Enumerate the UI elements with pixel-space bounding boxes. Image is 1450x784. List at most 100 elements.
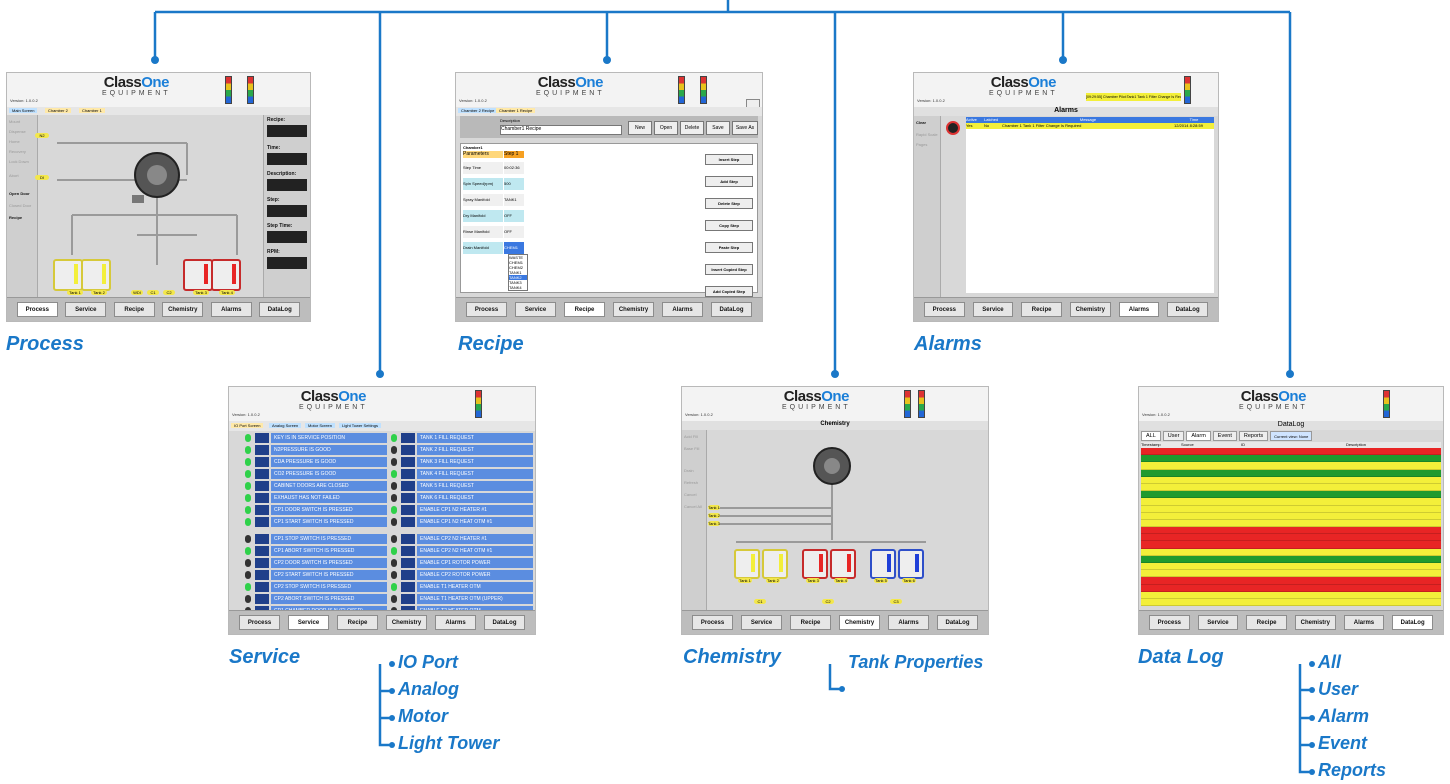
- nav-datalog[interactable]: DataLog: [710, 302, 753, 317]
- side-button[interactable]: Dispense: [9, 129, 35, 137]
- side-button[interactable]: Open Door: [9, 191, 35, 199]
- side-button[interactable]: Lock Down: [9, 159, 35, 167]
- io-row[interactable]: TANK 2 FILL REQUEST: [391, 445, 533, 455]
- nav-alarms[interactable]: Alarms: [661, 302, 704, 317]
- save-button[interactable]: Save: [706, 121, 730, 135]
- io-row[interactable]: CP1 STOP SWITCH IS PRESSED: [245, 534, 387, 544]
- nav-recipe[interactable]: Recipe: [336, 615, 379, 630]
- side-button[interactable]: Abort: [9, 173, 35, 181]
- nav-chemistry[interactable]: Chemistry: [1069, 302, 1111, 317]
- io-row[interactable]: ENABLE T1 HEATER OTM (UPPER): [391, 594, 533, 604]
- nav-alarms[interactable]: Alarms: [1343, 615, 1385, 630]
- new-button[interactable]: New: [628, 121, 652, 135]
- side-button[interactable]: Home: [9, 139, 35, 147]
- io-row[interactable]: ENABLE CP1 N2 HEAT OTM #1: [391, 517, 533, 527]
- paste-step-button[interactable]: Paste Step: [705, 242, 753, 253]
- tab-alarm[interactable]: Alarm: [1186, 431, 1211, 441]
- io-row[interactable]: ENABLE CP1 ROTOR POWER: [391, 558, 533, 568]
- nav-service[interactable]: Service: [287, 615, 330, 630]
- log-row[interactable]: [1141, 591, 1441, 599]
- nav-chemistry[interactable]: Chemistry: [612, 302, 655, 317]
- log-row[interactable]: [1141, 448, 1441, 456]
- log-row[interactable]: [1141, 541, 1441, 549]
- io-row[interactable]: CP2 ABORT SWITCH IS PRESSED: [245, 594, 387, 604]
- log-row[interactable]: [1141, 598, 1441, 606]
- insert-copied-step-button[interactable]: Insert Copied Step: [705, 264, 753, 275]
- io-row[interactable]: KEY IS IN SERVICE POSITION: [245, 433, 387, 443]
- io-row[interactable]: TANK 3 FILL REQUEST: [391, 457, 533, 467]
- io-row[interactable]: EXHAUST HAS NOT FAILED: [245, 493, 387, 503]
- nav-service[interactable]: Service: [1197, 615, 1239, 630]
- drain-dropdown-list[interactable]: WASTE CHEM1 CHEM2 TANK1 TANK2 TANK3 TANK…: [508, 254, 528, 291]
- tab-main[interactable]: Main Screen: [9, 108, 38, 113]
- tab-chamber-1-recipe[interactable]: Chamber 1 Recipe: [496, 108, 536, 113]
- io-row[interactable]: CP2 STOP SWITCH IS PRESSED: [245, 582, 387, 592]
- log-row[interactable]: [1141, 577, 1441, 585]
- io-row[interactable]: ENABLE CP2 N2 HEAT OTM #1: [391, 546, 533, 556]
- log-row[interactable]: [1141, 483, 1441, 492]
- side-button[interactable]: Recovery: [9, 149, 35, 157]
- log-row[interactable]: [1141, 563, 1441, 571]
- log-row[interactable]: [1141, 462, 1441, 470]
- nav-alarms[interactable]: Alarms: [210, 302, 252, 317]
- log-row[interactable]: [1141, 519, 1441, 528]
- io-row[interactable]: CP1 DOOR SWITCH IS PRESSED: [245, 505, 387, 515]
- tab-light-tower[interactable]: Light Tower Settings: [339, 423, 381, 428]
- log-row[interactable]: [1141, 469, 1441, 477]
- tank-icon[interactable]: [898, 549, 924, 579]
- param-value[interactable]: TANK1: [504, 194, 524, 206]
- tab-io-port[interactable]: IO Port Screen: [231, 423, 264, 428]
- nav-recipe[interactable]: Recipe: [789, 615, 832, 630]
- side-button[interactable]: Closed Door: [9, 203, 35, 211]
- nav-recipe[interactable]: Recipe: [563, 302, 606, 317]
- nav-datalog[interactable]: DataLog: [936, 615, 979, 630]
- io-row[interactable]: TANK 6 FILL REQUEST: [391, 493, 533, 503]
- log-row[interactable]: [1141, 505, 1441, 513]
- tank-icon[interactable]: [830, 549, 856, 579]
- log-row[interactable]: [1141, 498, 1441, 506]
- insert-step-button[interactable]: Insert Step: [705, 154, 753, 165]
- io-row[interactable]: CP2 DOOR SWITCH IS PRESSED: [245, 558, 387, 568]
- tab-user[interactable]: User: [1162, 431, 1185, 441]
- log-row[interactable]: [1141, 491, 1441, 499]
- tab-chamber-2-recipe[interactable]: Chamber 2 Recipe: [458, 108, 498, 113]
- io-row[interactable]: TANK 4 FILL REQUEST: [391, 469, 533, 479]
- delete-button[interactable]: Delete: [680, 121, 704, 135]
- tab-analog[interactable]: Analog Screen: [269, 423, 302, 428]
- nav-service[interactable]: Service: [65, 302, 107, 317]
- tank-icon[interactable]: [802, 549, 828, 579]
- param-value[interactable]: CHEM1: [504, 242, 524, 254]
- tab-all[interactable]: ALL: [1141, 431, 1161, 441]
- clear-button[interactable]: Clear: [916, 120, 942, 128]
- nav-recipe[interactable]: Recipe: [1021, 302, 1063, 317]
- log-row[interactable]: [1141, 512, 1441, 520]
- log-row[interactable]: [1141, 534, 1441, 542]
- nav-chemistry[interactable]: Chemistry: [838, 615, 881, 630]
- tank-icon[interactable]: [734, 549, 760, 579]
- param-value[interactable]: 500: [504, 178, 524, 190]
- log-row[interactable]: [1141, 455, 1441, 463]
- tab-reports[interactable]: Reports: [1238, 431, 1269, 441]
- nav-alarms[interactable]: Alarms: [1118, 302, 1160, 317]
- log-row[interactable]: [1141, 555, 1441, 563]
- side-button[interactable]: Recipe: [9, 215, 35, 223]
- param-value[interactable]: 00:02:36: [504, 162, 524, 174]
- save-as-button[interactable]: Save As: [732, 121, 758, 135]
- nav-process[interactable]: Process: [923, 302, 965, 317]
- dropdown-option[interactable]: TANK4: [509, 285, 527, 290]
- param-value[interactable]: OFF: [504, 226, 524, 238]
- nav-chemistry[interactable]: Chemistry: [1294, 615, 1336, 630]
- nav-process[interactable]: Process: [1148, 615, 1190, 630]
- side-button[interactable]: Rapid Scale: [916, 132, 942, 140]
- log-row[interactable]: [1141, 570, 1441, 578]
- tab-chamber-1[interactable]: Chamber 1: [79, 108, 105, 113]
- nav-chemistry[interactable]: Chemistry: [162, 302, 204, 317]
- filter-indicator[interactable]: Current view: None: [1270, 431, 1313, 441]
- io-row[interactable]: CABINET DOORS ARE CLOSED: [245, 481, 387, 491]
- param-value[interactable]: OFF: [504, 210, 524, 222]
- io-row[interactable]: CO2 PRESSURE IS GOOD: [245, 469, 387, 479]
- open-button[interactable]: Open: [654, 121, 678, 135]
- nav-datalog[interactable]: DataLog: [483, 615, 526, 630]
- side-button[interactable]: Pages: [916, 142, 942, 150]
- nav-process[interactable]: Process: [465, 302, 508, 317]
